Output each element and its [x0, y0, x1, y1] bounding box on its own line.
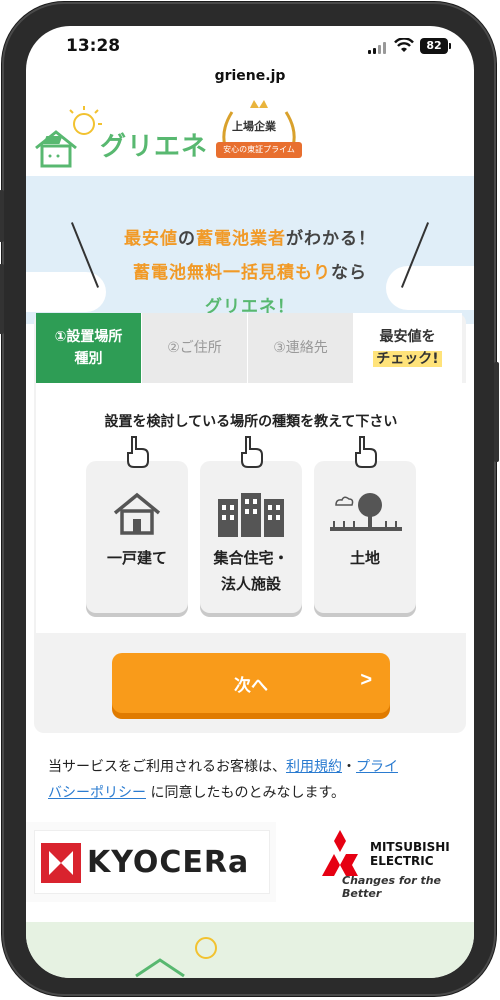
partner-logos: KYOCERa MITSUBISHI ELECTRIC Changes for t… — [26, 822, 474, 902]
house-icon — [113, 492, 161, 535]
address-bar[interactable]: griene.jp — [26, 68, 474, 84]
site-header: グリエネ 上場企業 安心の東証プライム — [26, 92, 474, 176]
hero-line-1: 最安値の蓄電池業者がわかる！ — [124, 229, 376, 249]
solar-house-logo-icon — [135, 937, 217, 978]
option-land[interactable]: 土地 — [314, 436, 416, 613]
next-button[interactable]: 次へ > — [112, 653, 390, 713]
volume-up-button — [0, 190, 4, 242]
mitsubishi-tagline: Changes for the Better — [342, 874, 442, 900]
question-text: 設置を検討している場所の種類を教えて下さい — [104, 414, 398, 430]
step-indicator: ①設置場所 種別 ②ご住所 ③連絡先 最安値を チェック! — [36, 313, 468, 383]
option-label: 一戸建て — [106, 549, 167, 567]
pointing-hand-icon — [355, 436, 377, 468]
wifi-icon — [394, 38, 414, 52]
kyocera-logo: KYOCERa — [34, 830, 270, 894]
footer-banner-preview — [26, 922, 474, 978]
battery-icon: 82 — [420, 38, 451, 54]
privacy-policy-link-b[interactable]: バシーポリシー — [48, 785, 146, 801]
terms-notice: 当サービスをご利用されるお客様は、利用規約・プライ バシーポリシー に同意したもの… — [48, 759, 398, 801]
terms-of-use-link[interactable]: 利用規約 — [286, 759, 342, 775]
laurel-icon — [222, 100, 296, 155]
status-time: 13:28 — [66, 36, 121, 56]
badge-ribbon: 安心の東証プライム — [216, 142, 302, 158]
kyocera-wordmark: KYOCERa — [87, 845, 250, 880]
question-panel: 設置を検討している場所の種類を教えて下さい 一戸建て 集合住宅・ 法人施設 土地 — [36, 383, 466, 633]
screen: 13:28 82 griene.jp グリエネ 上場企業 安心の東証プライム 最… — [26, 26, 474, 978]
phone-frame: 13:28 82 griene.jp グリエネ 上場企業 安心の東証プライム 最… — [0, 2, 499, 996]
kyocera-mark-icon — [41, 843, 81, 883]
step-3-contact: ③連絡先 — [248, 313, 354, 383]
pointing-hand-icon — [241, 436, 263, 468]
hero-banner: 最安値の蓄電池業者がわかる！ 蓄電池無料一括見積もりなら グリエネ！ — [26, 176, 474, 324]
volume-down-button — [0, 264, 4, 334]
status-bar: 13:28 82 — [26, 26, 474, 70]
chevron-right-icon: > — [360, 669, 372, 691]
option-label-line-1: 集合住宅・ — [213, 549, 289, 567]
step-4-check: 最安値を チェック! — [354, 313, 462, 383]
power-button — [494, 362, 499, 462]
next-button-label: 次へ — [234, 676, 268, 695]
option-label: 土地 — [349, 549, 380, 567]
mitsubishi-wordmark: MITSUBISHI ELECTRIC — [370, 840, 450, 868]
hero-line-2: 蓄電池無料一括見積もりなら — [133, 263, 367, 283]
listed-company-badge: 上場企業 安心の東証プライム — [214, 98, 304, 176]
option-detached-house[interactable]: 一戸建て — [86, 436, 188, 613]
step-2-address: ②ご住所 — [142, 313, 248, 383]
badge-title: 上場企業 — [232, 120, 276, 133]
pointing-hand-icon — [127, 436, 149, 468]
mitsubishi-logo: MITSUBISHI ELECTRIC Changes for the Bette… — [276, 822, 474, 902]
land-icon — [330, 493, 402, 531]
privacy-policy-link-a[interactable]: プライ — [356, 759, 398, 775]
mitsubishi-diamonds-icon — [322, 830, 358, 876]
option-apartment-business[interactable]: 集合住宅・ 法人施設 — [200, 436, 302, 613]
step-1-location-type: ①設置場所 種別 — [36, 313, 142, 383]
option-label-line-2: 法人施設 — [220, 575, 281, 593]
signal-icon — [368, 42, 390, 54]
site-logo-text[interactable]: グリエネ — [100, 126, 208, 163]
solar-house-logo-icon[interactable] — [32, 104, 102, 174]
buildings-icon — [218, 493, 284, 537]
